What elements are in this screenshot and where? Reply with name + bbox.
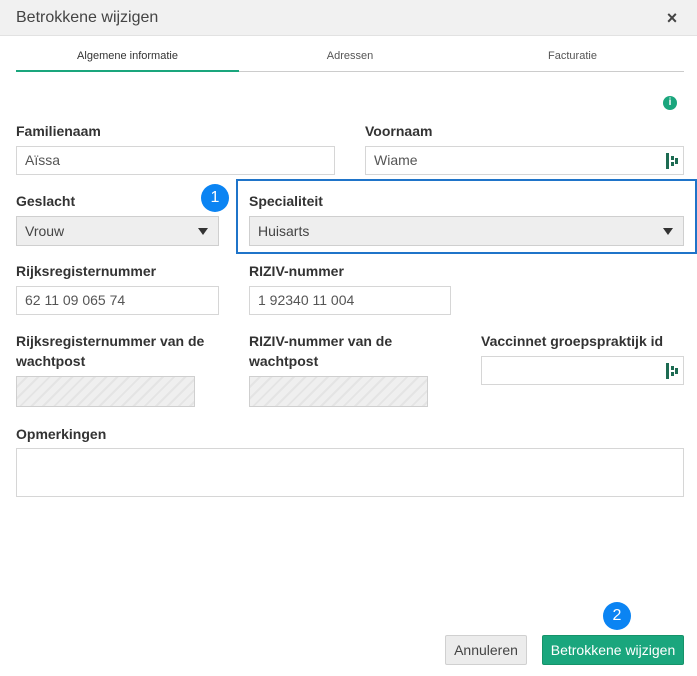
rijksregister-wachtpost-input xyxy=(16,376,195,407)
riziv-wachtpost-label: RIZIV-nummer van de wachtpost xyxy=(249,331,392,371)
picker-icon[interactable] xyxy=(666,363,678,379)
rijksregisternummer-input[interactable]: 62 11 09 065 74 xyxy=(16,286,219,315)
vaccinnet-label: Vaccinnet groepspraktijk id xyxy=(481,333,664,349)
tab-algemene-informatie[interactable]: Algemene informatie xyxy=(16,50,239,72)
opmerkingen-label: Opmerkingen xyxy=(16,426,107,442)
rijksregister-wachtpost-label-line2: wachtpost xyxy=(16,353,86,369)
geslacht-select[interactable]: Vrouw xyxy=(16,216,219,246)
riziv-wachtpost-input xyxy=(249,376,428,407)
chevron-down-icon xyxy=(663,228,673,235)
save-button[interactable]: Betrokkene wijzigen xyxy=(542,635,684,665)
geslacht-label: Geslacht xyxy=(16,193,76,209)
familienaam-input[interactable]: Aïssa xyxy=(16,146,335,175)
specialiteit-select[interactable]: Huisarts xyxy=(249,216,684,246)
voornaam-value: Wiame xyxy=(374,152,418,168)
opmerkingen-textarea[interactable] xyxy=(16,448,684,497)
info-icon[interactable]: i xyxy=(663,96,677,110)
dialog-title: Betrokkene wijzigen xyxy=(16,9,159,26)
vaccinnet-input[interactable] xyxy=(481,356,684,385)
rijksregister-wachtpost-label-line1: Rijksregisternummer van de xyxy=(16,333,205,349)
rijksregister-wachtpost-label: Rijksregisternummer van de wachtpost xyxy=(16,331,204,371)
picker-icon[interactable] xyxy=(666,153,678,169)
familienaam-label: Familienaam xyxy=(16,123,101,139)
riziv-wachtpost-label-line1: RIZIV-nummer van de xyxy=(249,333,393,349)
tab-adressen[interactable]: Adressen xyxy=(239,50,461,72)
dialog-header: Betrokkene wijzigen × xyxy=(0,0,697,36)
chevron-down-icon xyxy=(198,228,208,235)
voornaam-input[interactable]: Wiame xyxy=(365,146,684,175)
cancel-button[interactable]: Annuleren xyxy=(445,635,527,665)
tab-bar: Algemene informatie Adressen Facturatie xyxy=(16,46,684,72)
riziv-value: 1 92340 11 004 xyxy=(258,292,355,308)
annotation-badge-2: 2 xyxy=(603,602,631,630)
specialiteit-label: Specialiteit xyxy=(249,193,323,209)
specialiteit-value: Huisarts xyxy=(258,223,310,239)
geslacht-value: Vrouw xyxy=(25,223,65,239)
rijksregisternummer-label: Rijksregisternummer xyxy=(16,263,157,279)
tab-facturatie[interactable]: Facturatie xyxy=(461,50,684,72)
riziv-label: RIZIV-nummer xyxy=(249,263,344,279)
close-icon[interactable]: × xyxy=(662,8,682,28)
riziv-input[interactable]: 1 92340 11 004 xyxy=(249,286,451,315)
familienaam-value: Aïssa xyxy=(25,152,61,168)
annotation-badge-1: 1 xyxy=(201,184,229,212)
voornaam-label: Voornaam xyxy=(365,123,433,139)
riziv-wachtpost-label-line2: wachtpost xyxy=(249,353,319,369)
rijksregisternummer-value: 62 11 09 065 74 xyxy=(25,292,126,308)
